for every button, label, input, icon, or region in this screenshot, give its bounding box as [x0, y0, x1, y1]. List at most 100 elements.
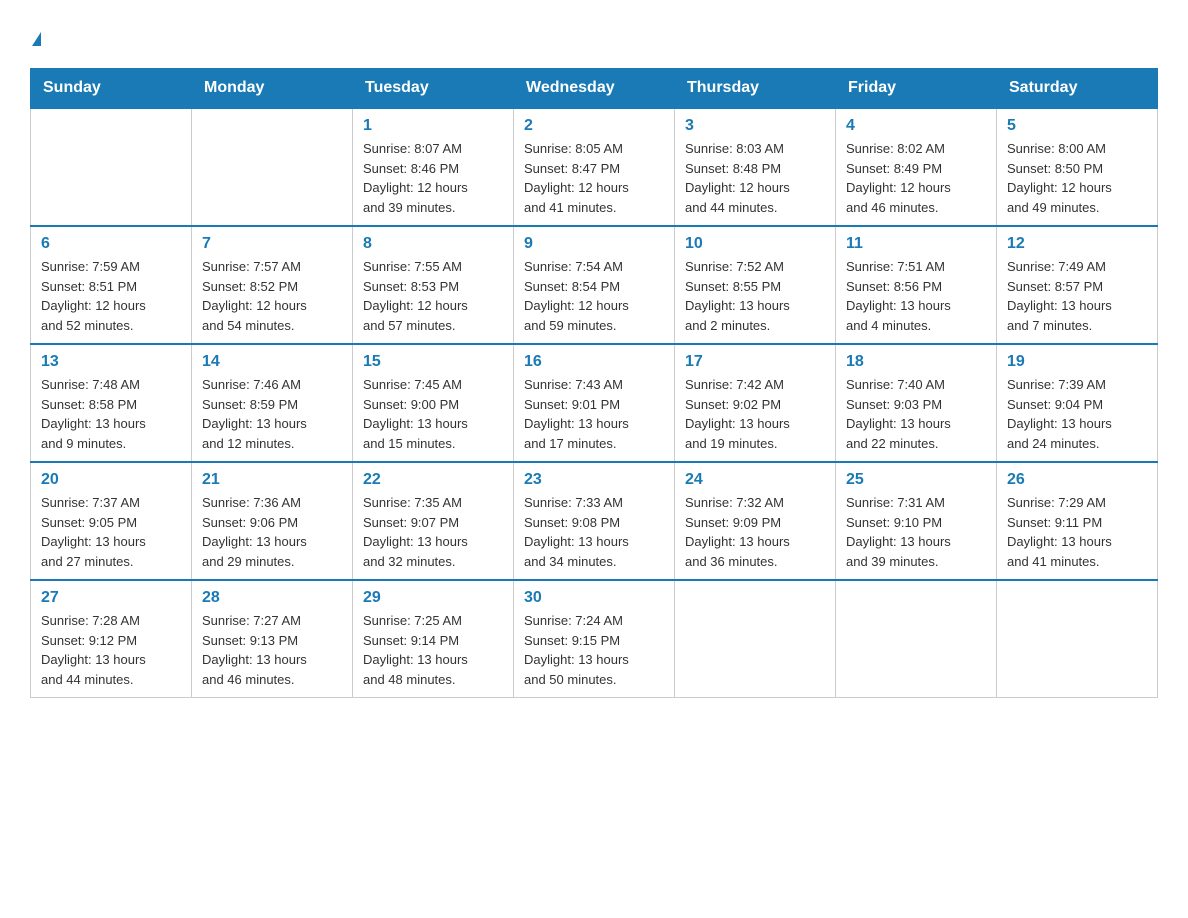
calendar-cell: 21 Sunrise: 7:36 AM Sunset: 9:06 PM Dayli…	[192, 462, 353, 580]
day-number: 14	[202, 353, 342, 371]
calendar-cell: 29 Sunrise: 7:25 AM Sunset: 9:14 PM Dayli…	[353, 580, 514, 698]
day-number: 11	[846, 235, 986, 253]
header-cell-monday: Monday	[192, 69, 353, 109]
day-info: Sunrise: 7:39 AM Sunset: 9:04 PM Dayligh…	[1007, 375, 1147, 453]
calendar-cell: 10 Sunrise: 7:52 AM Sunset: 8:55 PM Dayli…	[675, 226, 836, 344]
calendar-cell: 24 Sunrise: 7:32 AM Sunset: 9:09 PM Dayli…	[675, 462, 836, 580]
calendar-cell	[192, 108, 353, 226]
day-number: 25	[846, 471, 986, 489]
calendar-cell: 17Sunrise: 7:42 AM Sunset: 9:02 PM Dayli…	[675, 344, 836, 462]
day-info: Sunrise: 7:40 AM Sunset: 9:03 PM Dayligh…	[846, 375, 986, 453]
day-number: 18	[846, 353, 986, 371]
day-number: 2	[524, 117, 664, 135]
day-number: 15	[363, 353, 503, 371]
day-info: Sunrise: 8:05 AM Sunset: 8:47 PM Dayligh…	[524, 139, 664, 217]
day-info: Sunrise: 7:35 AM Sunset: 9:07 PM Dayligh…	[363, 493, 503, 571]
week-row-2: 6 Sunrise: 7:59 AM Sunset: 8:51 PM Daylig…	[31, 226, 1158, 344]
calendar-cell	[675, 580, 836, 698]
calendar-cell: 3 Sunrise: 8:03 AM Sunset: 8:48 PM Daylig…	[675, 108, 836, 226]
day-number: 26	[1007, 471, 1147, 489]
day-info: Sunrise: 7:27 AM Sunset: 9:13 PM Dayligh…	[202, 611, 342, 689]
calendar-cell: 18 Sunrise: 7:40 AM Sunset: 9:03 PM Dayli…	[836, 344, 997, 462]
day-number: 5	[1007, 117, 1147, 135]
calendar-cell: 8 Sunrise: 7:55 AM Sunset: 8:53 PM Daylig…	[353, 226, 514, 344]
page-header	[30, 20, 1158, 48]
calendar-cell: 4Sunrise: 8:02 AM Sunset: 8:49 PM Daylig…	[836, 108, 997, 226]
calendar-cell: 13 Sunrise: 7:48 AM Sunset: 8:58 PM Dayli…	[31, 344, 192, 462]
day-info: Sunrise: 8:07 AM Sunset: 8:46 PM Dayligh…	[363, 139, 503, 217]
calendar-cell: 1 Sunrise: 8:07 AM Sunset: 8:46 PM Daylig…	[353, 108, 514, 226]
calendar-cell	[836, 580, 997, 698]
day-number: 24	[685, 471, 825, 489]
day-number: 21	[202, 471, 342, 489]
day-info: Sunrise: 7:31 AM Sunset: 9:10 PM Dayligh…	[846, 493, 986, 571]
calendar-cell: 25 Sunrise: 7:31 AM Sunset: 9:10 PM Dayli…	[836, 462, 997, 580]
calendar-cell: 15 Sunrise: 7:45 AM Sunset: 9:00 PM Dayli…	[353, 344, 514, 462]
day-info: Sunrise: 7:57 AM Sunset: 8:52 PM Dayligh…	[202, 257, 342, 335]
logo-text	[30, 20, 41, 48]
day-number: 3	[685, 117, 825, 135]
day-number: 30	[524, 589, 664, 607]
week-row-3: 13 Sunrise: 7:48 AM Sunset: 8:58 PM Dayli…	[31, 344, 1158, 462]
day-info: Sunrise: 7:42 AM Sunset: 9:02 PM Dayligh…	[685, 375, 825, 453]
day-number: 28	[202, 589, 342, 607]
header-cell-thursday: Thursday	[675, 69, 836, 109]
day-number: 7	[202, 235, 342, 253]
calendar-cell: 23Sunrise: 7:33 AM Sunset: 9:08 PM Dayli…	[514, 462, 675, 580]
day-number: 4	[846, 117, 986, 135]
day-info: Sunrise: 7:48 AM Sunset: 8:58 PM Dayligh…	[41, 375, 181, 453]
day-info: Sunrise: 7:24 AM Sunset: 9:15 PM Dayligh…	[524, 611, 664, 689]
logo	[30, 20, 41, 48]
calendar-body: 1 Sunrise: 8:07 AM Sunset: 8:46 PM Daylig…	[31, 108, 1158, 698]
logo-triangle-icon	[32, 32, 41, 46]
day-info: Sunrise: 7:36 AM Sunset: 9:06 PM Dayligh…	[202, 493, 342, 571]
day-number: 10	[685, 235, 825, 253]
calendar-cell: 2 Sunrise: 8:05 AM Sunset: 8:47 PM Daylig…	[514, 108, 675, 226]
day-number: 16	[524, 353, 664, 371]
day-number: 13	[41, 353, 181, 371]
calendar-cell: 27Sunrise: 7:28 AM Sunset: 9:12 PM Dayli…	[31, 580, 192, 698]
day-number: 20	[41, 471, 181, 489]
header-cell-saturday: Saturday	[997, 69, 1158, 109]
calendar-table: SundayMondayTuesdayWednesdayThursdayFrid…	[30, 68, 1158, 698]
calendar-cell: 11 Sunrise: 7:51 AM Sunset: 8:56 PM Dayli…	[836, 226, 997, 344]
header-cell-friday: Friday	[836, 69, 997, 109]
calendar-cell: 16Sunrise: 7:43 AM Sunset: 9:01 PM Dayli…	[514, 344, 675, 462]
day-info: Sunrise: 7:32 AM Sunset: 9:09 PM Dayligh…	[685, 493, 825, 571]
day-info: Sunrise: 7:55 AM Sunset: 8:53 PM Dayligh…	[363, 257, 503, 335]
day-info: Sunrise: 7:25 AM Sunset: 9:14 PM Dayligh…	[363, 611, 503, 689]
day-info: Sunrise: 7:54 AM Sunset: 8:54 PM Dayligh…	[524, 257, 664, 335]
day-number: 19	[1007, 353, 1147, 371]
day-info: Sunrise: 8:00 AM Sunset: 8:50 PM Dayligh…	[1007, 139, 1147, 217]
calendar-cell: 5 Sunrise: 8:00 AM Sunset: 8:50 PM Daylig…	[997, 108, 1158, 226]
day-number: 29	[363, 589, 503, 607]
week-row-4: 20 Sunrise: 7:37 AM Sunset: 9:05 PM Dayli…	[31, 462, 1158, 580]
calendar-cell: 12 Sunrise: 7:49 AM Sunset: 8:57 PM Dayli…	[997, 226, 1158, 344]
day-info: Sunrise: 8:03 AM Sunset: 8:48 PM Dayligh…	[685, 139, 825, 217]
day-number: 22	[363, 471, 503, 489]
day-info: Sunrise: 7:49 AM Sunset: 8:57 PM Dayligh…	[1007, 257, 1147, 335]
calendar-cell	[31, 108, 192, 226]
header-row: SundayMondayTuesdayWednesdayThursdayFrid…	[31, 69, 1158, 109]
header-cell-wednesday: Wednesday	[514, 69, 675, 109]
day-info: Sunrise: 7:59 AM Sunset: 8:51 PM Dayligh…	[41, 257, 181, 335]
calendar-cell: 20 Sunrise: 7:37 AM Sunset: 9:05 PM Dayli…	[31, 462, 192, 580]
day-info: Sunrise: 7:46 AM Sunset: 8:59 PM Dayligh…	[202, 375, 342, 453]
day-info: Sunrise: 7:52 AM Sunset: 8:55 PM Dayligh…	[685, 257, 825, 335]
header-cell-tuesday: Tuesday	[353, 69, 514, 109]
day-info: Sunrise: 7:28 AM Sunset: 9:12 PM Dayligh…	[41, 611, 181, 689]
day-info: Sunrise: 7:45 AM Sunset: 9:00 PM Dayligh…	[363, 375, 503, 453]
day-number: 1	[363, 117, 503, 135]
calendar-cell: 28 Sunrise: 7:27 AM Sunset: 9:13 PM Dayli…	[192, 580, 353, 698]
calendar-cell: 6 Sunrise: 7:59 AM Sunset: 8:51 PM Daylig…	[31, 226, 192, 344]
day-number: 6	[41, 235, 181, 253]
day-info: Sunrise: 7:51 AM Sunset: 8:56 PM Dayligh…	[846, 257, 986, 335]
calendar-cell: 19 Sunrise: 7:39 AM Sunset: 9:04 PM Dayli…	[997, 344, 1158, 462]
calendar-cell: 7 Sunrise: 7:57 AM Sunset: 8:52 PM Daylig…	[192, 226, 353, 344]
day-number: 12	[1007, 235, 1147, 253]
day-info: Sunrise: 7:29 AM Sunset: 9:11 PM Dayligh…	[1007, 493, 1147, 571]
day-number: 23	[524, 471, 664, 489]
week-row-5: 27Sunrise: 7:28 AM Sunset: 9:12 PM Dayli…	[31, 580, 1158, 698]
day-info: Sunrise: 7:37 AM Sunset: 9:05 PM Dayligh…	[41, 493, 181, 571]
day-number: 8	[363, 235, 503, 253]
